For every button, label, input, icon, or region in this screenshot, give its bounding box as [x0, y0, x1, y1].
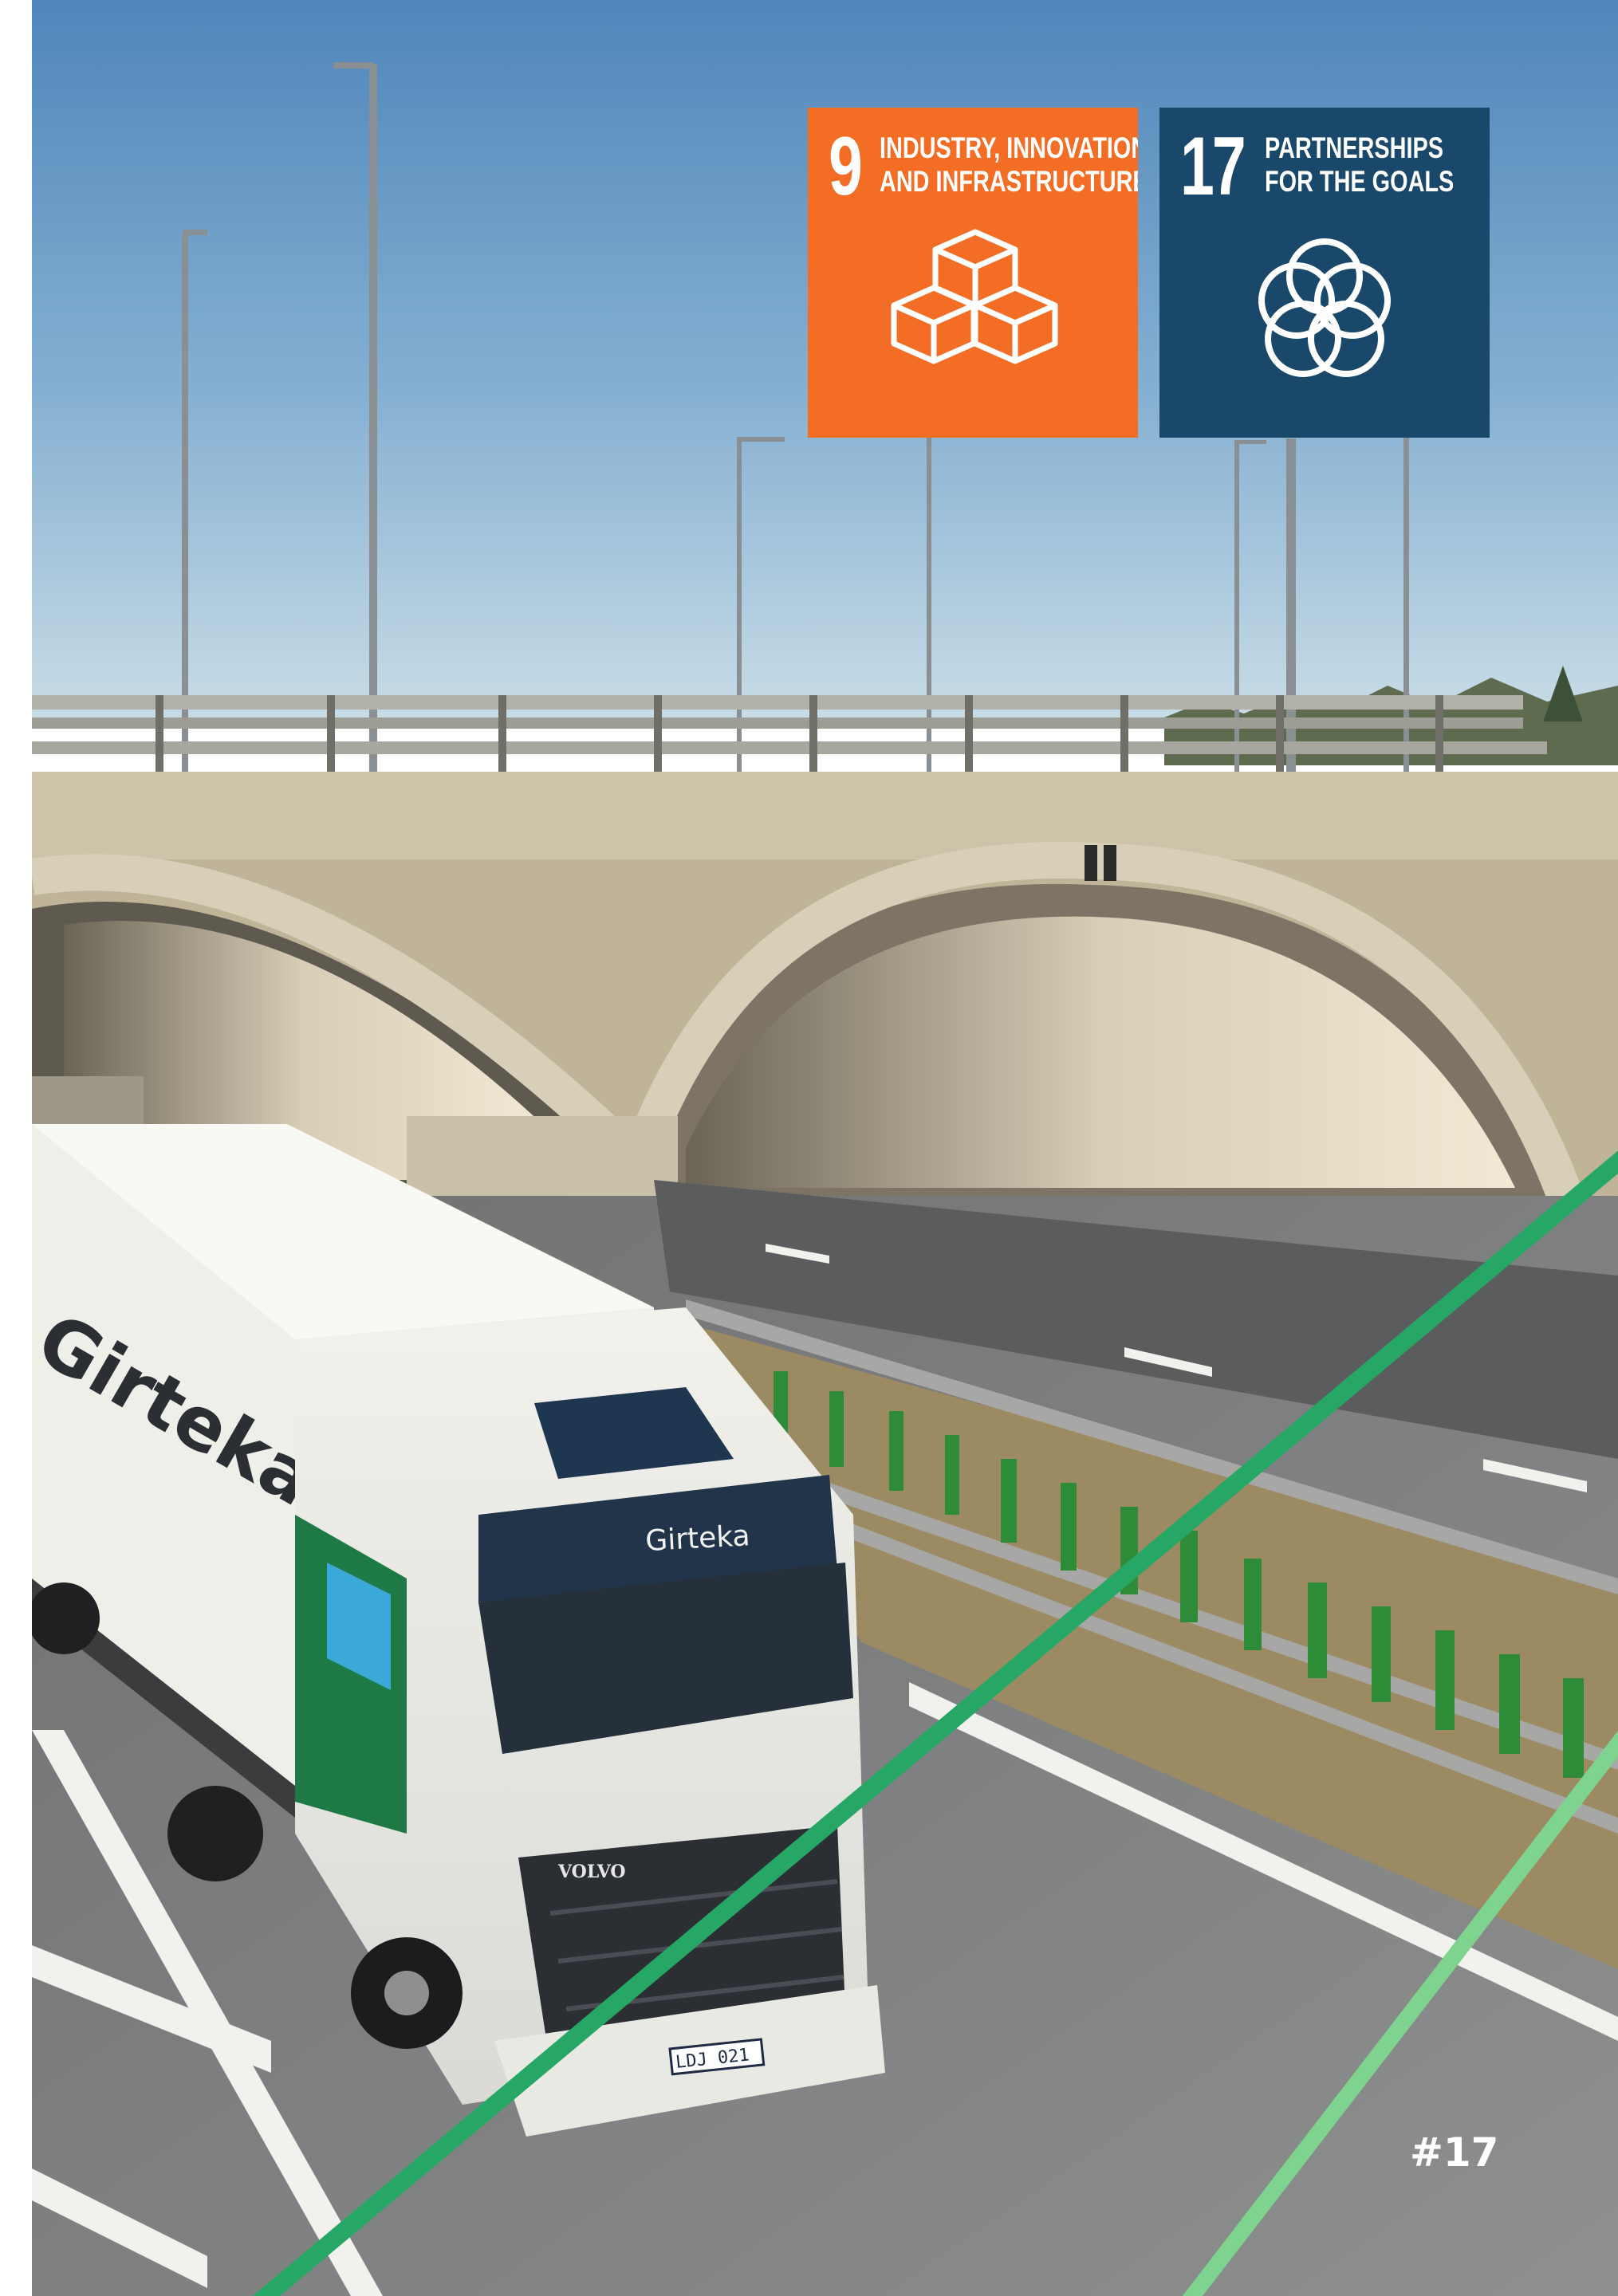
sdg-9-title-line2: AND INFRASTRUCTURE: [880, 165, 1138, 198]
bridge-deck: [32, 772, 1618, 859]
sdg-17-title-line2: FOR THE GOALS: [1265, 165, 1455, 198]
page-number: #17: [1410, 2129, 1499, 2176]
cab-brand-text: Girteka: [644, 1520, 750, 1558]
sdg-9-number: 9: [829, 120, 863, 213]
sdg-9-badge: 9 INDUSTRY, INNOVATION AND INFRASTRUCTUR…: [808, 108, 1138, 438]
sdg-9-title-line1: INDUSTRY, INNOVATION: [880, 132, 1138, 164]
sdg-9-title: INDUSTRY, INNOVATION AND INFRASTRUCTURE: [880, 132, 1138, 199]
cab-make-text: VOLVO: [557, 1862, 626, 1882]
sdg-17-number: 17: [1180, 120, 1246, 213]
sdg-17-badge: 17 PARTNERSHIPS FOR THE GOALS: [1159, 108, 1490, 438]
report-page: Girteka Girteka VOLVO LDJ 021 9 INDUSTRY…: [0, 0, 1618, 2296]
sdg-17-title-line1: PARTNERSHIPS: [1265, 132, 1443, 164]
sdg-17-title: PARTNERSHIPS FOR THE GOALS: [1265, 132, 1454, 199]
bridge-railing: [32, 695, 1523, 710]
